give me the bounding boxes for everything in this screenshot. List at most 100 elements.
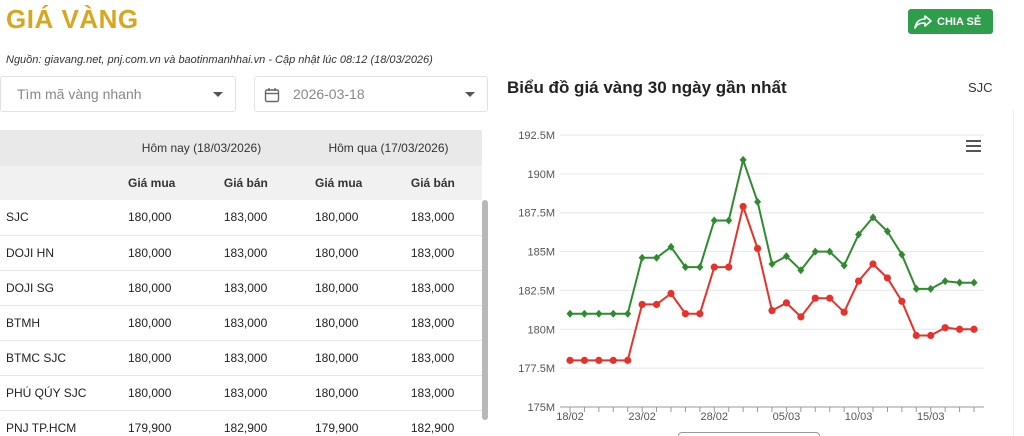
data-point xyxy=(667,289,675,298)
y-tick-label: 187.5M xyxy=(518,208,555,220)
table-row: SJC 180,000 183,000 180,000 183,000 xyxy=(0,200,482,236)
data-point xyxy=(912,331,920,340)
table-header-blank xyxy=(0,130,108,166)
data-point xyxy=(739,202,747,211)
data-point xyxy=(609,356,617,364)
data-point xyxy=(754,197,762,206)
chevron-down-icon xyxy=(465,92,475,97)
share-button-label: CHIA SẺ xyxy=(937,15,982,28)
gold-name: SJC xyxy=(0,200,108,236)
table-row: DOJI SG 180,000 183,000 180,000 183,000 xyxy=(0,270,482,306)
data-point xyxy=(753,244,762,253)
sell-price-yesterday: 183,000 xyxy=(390,235,482,271)
table-scrollbar[interactable] xyxy=(482,200,488,420)
buy-price-yesterday: 180,000 xyxy=(294,375,391,411)
data-point xyxy=(710,263,718,271)
data-point xyxy=(638,300,646,309)
data-point xyxy=(956,278,964,287)
date-value: 2026-03-18 xyxy=(293,86,365,102)
calendar-icon xyxy=(264,88,280,103)
data-point xyxy=(696,263,704,272)
data-point xyxy=(941,324,949,332)
data-point xyxy=(970,325,978,333)
chevron-down-icon xyxy=(213,92,223,97)
chart-title: Biểu đồ giá vàng 30 ngày gần nhất xyxy=(507,78,787,97)
table-header-yesterday: Hôm qua (17/03/2026) xyxy=(294,130,482,166)
data-point xyxy=(768,307,776,315)
page-title: GIÁ VÀNG xyxy=(6,4,139,34)
buy-price-today: 180,000 xyxy=(108,305,204,341)
y-tick-label: 177.5M xyxy=(518,363,555,375)
data-point xyxy=(566,309,574,318)
data-point xyxy=(927,284,935,293)
table-row: PNJ TP.HCM 179,900 182,900 179,900 182,9… xyxy=(0,410,482,436)
gold-name: PHÚ QÚY SJC xyxy=(0,375,108,411)
table-row: DOJI HN 180,000 183,000 180,000 183,000 xyxy=(0,235,482,271)
data-point xyxy=(854,277,863,285)
data-point xyxy=(725,263,733,271)
x-tick-label: 28/02 xyxy=(701,411,729,423)
range-selector-handle[interactable] xyxy=(678,432,820,436)
gold-name: DOJI SG xyxy=(0,270,108,306)
gold-code-search[interactable]: Tìm mã vàng nhanh xyxy=(0,76,236,112)
table-header-today: Hôm nay (18/03/2026) xyxy=(108,130,295,166)
sell-price-yesterday: 183,000 xyxy=(390,305,482,341)
data-point xyxy=(638,253,646,262)
data-point xyxy=(609,309,617,318)
data-point xyxy=(941,277,949,286)
x-tick-label: 05/03 xyxy=(773,411,801,423)
sell-price-yesterday: 183,000 xyxy=(390,270,482,306)
x-tick-label: 18/02 xyxy=(556,411,584,423)
data-point xyxy=(869,260,877,268)
buy-price-yesterday: 180,000 xyxy=(294,235,391,271)
data-point xyxy=(797,313,805,321)
share-button[interactable]: CHIA SẺ xyxy=(908,9,993,34)
data-point xyxy=(681,310,690,318)
data-point xyxy=(725,216,733,225)
buy-price-today: 180,000 xyxy=(108,375,204,411)
table-row: BTMC SJC 180,000 183,000 180,000 183,000 xyxy=(0,340,482,376)
data-point xyxy=(566,356,574,364)
x-tick-label: 23/02 xyxy=(628,411,656,423)
y-tick-label: 190M xyxy=(527,169,555,181)
sell-price-today: 183,000 xyxy=(203,235,295,271)
search-placeholder: Tìm mã vàng nhanh xyxy=(17,86,142,102)
price-line-chart: 175M 177.5M 180M 182.5M 185M 187.5M 190M 192.5M… xyxy=(518,130,984,423)
buy-price-yesterday: 179,900 xyxy=(294,410,391,436)
data-point xyxy=(782,299,791,307)
sell-price-today: 183,000 xyxy=(203,270,295,306)
data-point xyxy=(927,331,935,340)
sell-price-today: 183,000 xyxy=(203,305,295,341)
data-point xyxy=(768,260,776,269)
table-row: PHÚ QÚY SJC 180,000 183,000 180,000 183,… xyxy=(0,375,482,411)
table-subheader-buy-today: Giá mua xyxy=(108,166,204,200)
y-tick-label: 180M xyxy=(527,324,555,336)
date-picker[interactable]: 2026-03-18 xyxy=(254,76,488,112)
buy-price-yesterday: 180,000 xyxy=(294,270,391,306)
y-tick-label: 185M xyxy=(527,247,555,259)
sell-price-yesterday: 183,000 xyxy=(390,340,482,376)
chart-menu-icon[interactable] xyxy=(966,140,981,153)
buy-price-today: 180,000 xyxy=(108,340,204,376)
buy-price-today: 180,000 xyxy=(108,200,204,236)
data-point xyxy=(912,284,920,293)
table-subheader-sell-yesterday: Giá bán xyxy=(390,166,482,200)
buy-price-today: 179,900 xyxy=(108,410,204,436)
y-tick-label: 182.5M xyxy=(518,285,555,297)
data-point xyxy=(696,310,704,318)
gold-name: DOJI HN xyxy=(0,235,108,271)
price-table-container: Hôm nay (18/03/2026) Hôm qua (17/03/2026… xyxy=(0,130,488,436)
table-subheader-blank xyxy=(0,166,108,200)
x-tick-label: 15/03 xyxy=(917,411,945,423)
table-row: BTMH 180,000 183,000 180,000 183,000 xyxy=(0,305,482,341)
sell-price-yesterday: 183,000 xyxy=(390,375,482,411)
x-tick-label: 10/03 xyxy=(845,411,873,423)
buy-price-yesterday: 180,000 xyxy=(294,200,391,236)
data-point xyxy=(970,278,978,287)
data-point xyxy=(826,294,834,302)
buy-price-today: 180,000 xyxy=(108,270,204,306)
source-note: Nguồn: giavang.net, pnj.com.vn và baotin… xyxy=(6,54,433,66)
data-point xyxy=(955,325,964,333)
price-table: Hôm nay (18/03/2026) Hôm qua (17/03/2026… xyxy=(0,130,482,436)
data-point xyxy=(840,308,848,316)
